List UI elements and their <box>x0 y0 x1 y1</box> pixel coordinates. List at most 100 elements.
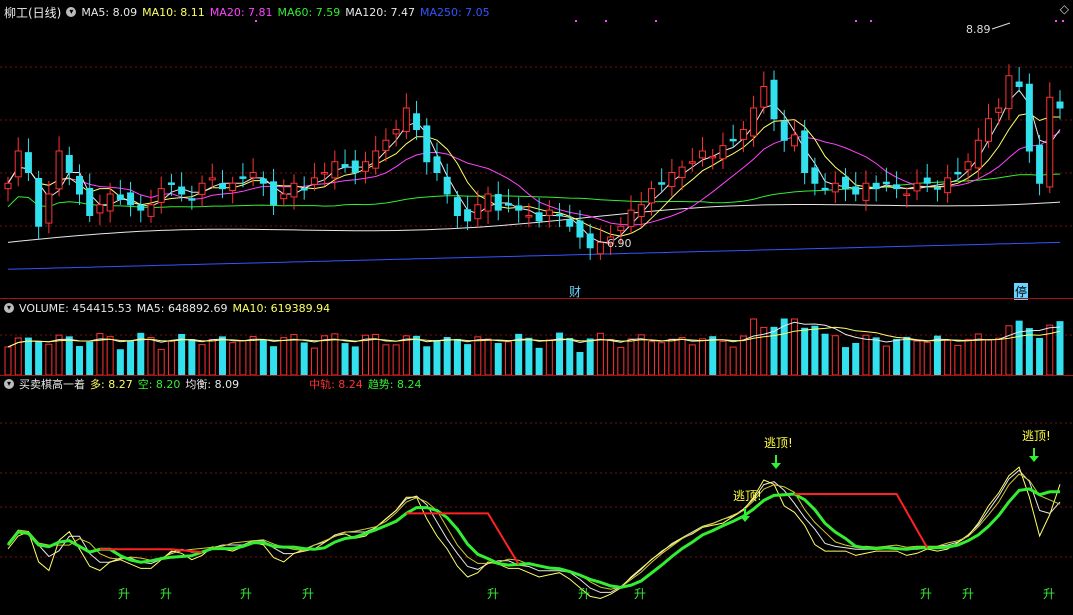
volume-bar <box>903 336 911 376</box>
candle-body <box>127 192 135 206</box>
candle-body <box>903 193 911 196</box>
candle-body <box>1015 81 1023 87</box>
volume-bar <box>167 340 175 376</box>
candle-body <box>249 172 257 179</box>
candle-body <box>1025 83 1033 152</box>
candle-body <box>688 161 696 164</box>
ma250-line <box>7 241 1061 270</box>
volume-panel[interactable]: ▾ VOLUME: 454415.53 MA5: 648892.69 MA10:… <box>0 299 1073 376</box>
down-arrow-icon <box>1029 448 1039 462</box>
ma5-label: MA5: 8.09 <box>81 5 138 19</box>
candle-body <box>658 182 666 185</box>
chevron-down-icon[interactable]: ▾ <box>4 379 14 389</box>
volume-bar <box>229 342 237 376</box>
candle-body <box>147 204 155 217</box>
candle-body <box>974 139 982 169</box>
duo-label: 多: 8.27 <box>90 378 133 391</box>
volume-bar <box>535 347 543 376</box>
candle-body <box>402 107 410 133</box>
volume-bar <box>954 344 962 376</box>
candle-body <box>760 86 768 108</box>
volume-bar <box>790 318 798 376</box>
candle-body <box>596 241 604 255</box>
high-arrow <box>991 22 1011 30</box>
volume-bar <box>678 337 686 376</box>
volume-bar <box>842 347 850 376</box>
candle-body <box>729 138 737 142</box>
candle-body <box>556 213 564 217</box>
kong-label: 空: 8.20 <box>137 378 181 391</box>
junheng-label: 均衡: 8.09 <box>185 378 240 391</box>
taoding-label: 逃顶! <box>1022 429 1051 443</box>
ma5-line <box>7 89 1061 243</box>
volume-ma5-label: MA5: 648892.69 <box>136 301 228 315</box>
candle-body <box>65 155 73 173</box>
volume-bar <box>627 338 635 376</box>
event-dot <box>1055 20 1057 22</box>
junheng-line <box>7 469 1061 593</box>
event-dot <box>605 20 607 22</box>
volume-bar <box>504 341 512 376</box>
candle-body <box>259 178 267 184</box>
taoding-label: 逃顶! <box>764 436 793 450</box>
volume-bar <box>882 345 890 376</box>
candle-body <box>821 187 829 191</box>
volume-bar <box>239 340 247 376</box>
volume-bar <box>964 339 972 376</box>
volume-bar <box>719 340 727 376</box>
sheng-marker: 升 <box>487 587 499 601</box>
volume-bar <box>852 342 860 376</box>
sheng-marker: 升 <box>118 587 130 601</box>
indicator-chart[interactable]: 升 升 升 升 升 升 升 升 升 升 逃顶! 逃顶! 逃顶! <box>0 376 1073 615</box>
candle-body <box>831 182 839 193</box>
volume-bar <box>1056 321 1064 376</box>
candle-body <box>178 186 186 195</box>
sheng-marker: 升 <box>634 587 646 601</box>
candle-body <box>933 187 941 190</box>
candle-body <box>35 177 43 227</box>
candle-body <box>1005 75 1013 110</box>
volume-bar <box>290 334 298 376</box>
volume-bar <box>923 341 931 376</box>
candle-body <box>239 176 247 179</box>
candle-body <box>1036 144 1044 184</box>
candle-body <box>75 175 83 195</box>
candle-body <box>24 152 32 173</box>
volume-bar <box>699 338 707 376</box>
candle-body <box>423 125 431 163</box>
candle-body <box>913 182 921 192</box>
candle-body <box>321 172 329 175</box>
candle-body <box>300 188 308 191</box>
candle-body <box>872 182 880 190</box>
volume-bar <box>361 334 369 376</box>
chevron-down-icon[interactable]: ▾ <box>4 303 14 313</box>
kong-line <box>7 473 1061 590</box>
diamond-icon[interactable]: ◇ <box>1060 2 1069 16</box>
candle-body <box>106 193 114 212</box>
price-chart[interactable] <box>0 0 1073 298</box>
zhonggui-line <box>794 493 929 549</box>
indicator-header: ▾ 买卖棋高一着 多: 8.27 空: 8.20 均衡: 8.09 中轨: 8.… <box>4 376 422 392</box>
candle-body <box>198 182 206 195</box>
volume-bar <box>474 336 482 376</box>
chevron-down-icon[interactable]: ▾ <box>66 7 77 17</box>
candle-body <box>382 139 390 152</box>
ma250-label: MA250: 7.05 <box>419 5 490 19</box>
volume-bar <box>913 340 921 376</box>
volume-bar <box>872 337 880 376</box>
price-panel[interactable]: 柳工(日线) ▾ MA5: 8.09 MA10: 8.11 MA20: 7.81… <box>0 0 1073 300</box>
candle-body <box>576 220 584 238</box>
volume-bar <box>249 336 257 376</box>
volume-bar <box>770 326 778 376</box>
volume-bar <box>566 337 574 376</box>
candle-body <box>474 204 482 220</box>
candle-body <box>443 176 451 195</box>
indicator-panel[interactable]: 升 升 升 升 升 升 升 升 升 升 逃顶! 逃顶! 逃顶! ▾ 买卖棋高一着 多: 8.27 空: … <box>0 376 1073 615</box>
candle-body <box>852 186 860 195</box>
candle-body <box>627 209 635 227</box>
candle-body <box>811 167 819 184</box>
candle-body <box>116 194 124 200</box>
volume-bar <box>607 339 615 376</box>
volume-bar <box>525 337 533 376</box>
stock-name: 柳工(日线) <box>4 5 62 20</box>
